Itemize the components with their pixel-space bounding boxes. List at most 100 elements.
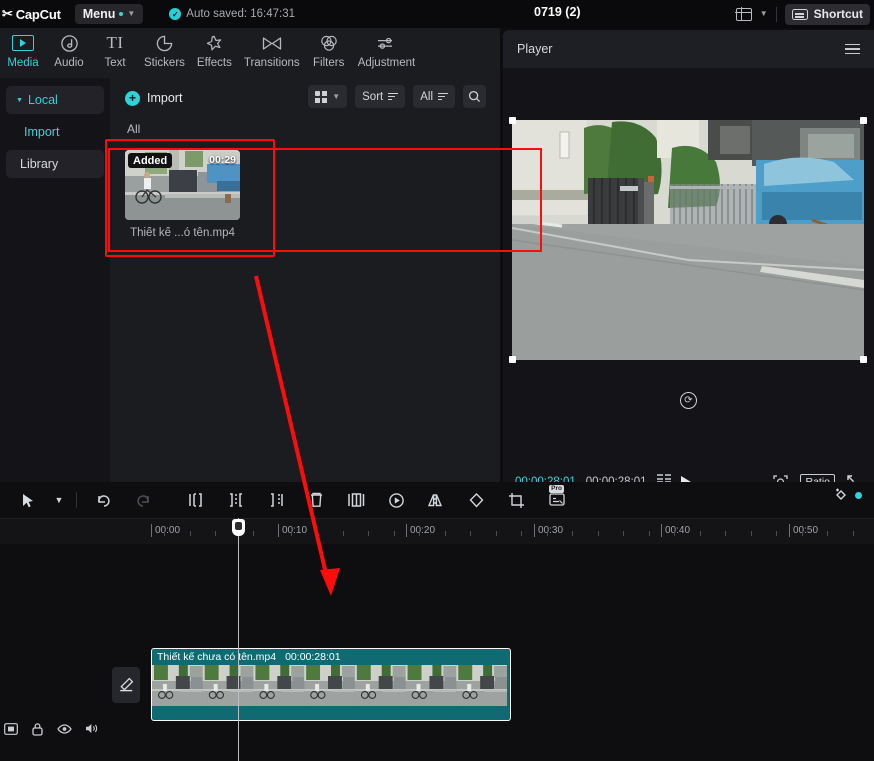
tab-text[interactable]: TI Text <box>92 32 138 69</box>
adjustment-icon <box>375 32 397 54</box>
layout-icon[interactable] <box>736 8 752 21</box>
layout-chevron-down-icon[interactable]: ▼ <box>760 10 768 18</box>
freeze-frame-button[interactable] <box>336 485 376 515</box>
audio-note-icon <box>60 32 79 54</box>
volume-icon[interactable] <box>83 720 100 737</box>
divider <box>76 492 77 508</box>
resize-handle-bl[interactable] <box>509 356 516 363</box>
mirror-button[interactable] <box>416 485 456 515</box>
delete-button[interactable] <box>296 485 336 515</box>
rotate-button[interactable] <box>456 485 496 515</box>
media-section-label: All <box>127 122 140 136</box>
filmstrip-frames <box>152 665 510 706</box>
crop-button[interactable] <box>496 485 536 515</box>
grid-view-icon <box>315 91 327 103</box>
tab-label: Effects <box>197 57 232 69</box>
split-button[interactable] <box>176 485 216 515</box>
tab-filters[interactable]: Filters <box>306 32 352 69</box>
view-mode-button[interactable]: ▼ <box>308 85 347 108</box>
resize-handle-br[interactable] <box>860 356 867 363</box>
preview-frame-image <box>512 120 864 360</box>
ruler-label: 00:40 <box>665 525 690 536</box>
import-label: Import <box>147 91 182 105</box>
keyboard-icon <box>792 9 808 20</box>
add-keyframe-icon[interactable] <box>834 487 851 504</box>
sidebar-item-library[interactable]: Library <box>6 150 104 178</box>
title-bar: ✂ CapCut Menu ▼ ✓ Auto saved: 16:47:31 0… <box>0 0 874 28</box>
autosave-label: Auto saved: 16:47:31 <box>186 8 295 20</box>
sidebar-item-local[interactable]: ▼ Local <box>6 86 104 114</box>
tab-effects[interactable]: Effects <box>191 32 238 69</box>
pencil-edit-icon <box>118 677 134 693</box>
check-icon: ✓ <box>169 8 181 20</box>
brand-label: CapCut <box>16 7 61 22</box>
auto-captions-button[interactable]: Pro <box>536 485 576 515</box>
media-icon <box>12 32 34 54</box>
menu-dot-icon <box>119 12 123 16</box>
search-button[interactable] <box>463 85 486 108</box>
titlebar-right-controls: ▼ Shortcut <box>736 0 870 28</box>
media-toolbar: + Import ▼ Sort All <box>110 78 500 116</box>
undo-button[interactable] <box>83 485 123 515</box>
chevron-down-icon: ▼ <box>127 10 135 18</box>
chevron-down-icon: ▼ <box>16 97 23 104</box>
timeline-toolbar-right <box>834 487 862 504</box>
pro-badge: Pro <box>549 485 564 493</box>
track-controls <box>0 720 100 737</box>
reset-row: ⟳ <box>503 392 874 409</box>
clip-name: Thiết kế chưa có tên.mp4 <box>157 651 276 663</box>
auto-captions-icon: Pro <box>549 492 563 508</box>
filter-label: All <box>420 91 433 103</box>
shortcut-button[interactable]: Shortcut <box>785 4 870 25</box>
filter-icon <box>438 93 448 100</box>
filter-button[interactable]: All <box>413 85 455 108</box>
playhead-line <box>238 518 239 761</box>
panel-tab-bar: Media Audio TI Text Stickers Effects Tra… <box>0 28 500 78</box>
hamburger-icon[interactable] <box>845 44 860 55</box>
media-toolbar-right: ▼ Sort All <box>308 85 486 108</box>
tool-dropdown-chevron-down-icon[interactable]: ▼ <box>48 485 70 515</box>
tab-label: Filters <box>313 57 344 69</box>
tab-audio[interactable]: Audio <box>46 32 92 69</box>
sort-button[interactable]: Sort <box>355 85 405 108</box>
tab-adjustment[interactable]: Adjustment <box>352 32 422 69</box>
trim-left-button[interactable] <box>216 485 256 515</box>
speed-button[interactable] <box>376 485 416 515</box>
ruler-label: 00:30 <box>538 525 563 536</box>
filters-icon <box>319 32 339 54</box>
sidebar-item-label: Import <box>24 125 59 139</box>
media-sidebar: ▼ Local Import Library <box>0 78 110 482</box>
resize-handle-tr[interactable] <box>860 117 867 124</box>
app-logo: ✂ CapCut <box>2 6 61 22</box>
reset-rotate-icon[interactable]: ⟳ <box>680 392 697 409</box>
capcut-mark-icon: ✂ <box>2 6 13 22</box>
sidebar-item-label: Library <box>20 157 58 171</box>
resize-handle-tl[interactable] <box>509 117 516 124</box>
tab-stickers[interactable]: Stickers <box>138 32 191 69</box>
playhead-handle[interactable] <box>232 519 245 536</box>
media-card-highlight-annotation <box>105 139 275 257</box>
menu-button[interactable]: Menu ▼ <box>75 4 144 24</box>
shortcut-label: Shortcut <box>814 7 863 21</box>
project-title: 0719 (2) <box>534 5 581 19</box>
tab-media[interactable]: Media <box>0 32 46 69</box>
tab-transitions[interactable]: Transitions <box>238 32 306 69</box>
text-icon: TI <box>106 32 123 54</box>
tab-label: Audio <box>54 57 83 69</box>
sticker-icon <box>155 32 174 54</box>
menu-label: Menu <box>83 7 116 21</box>
sidebar-item-import[interactable]: Import <box>6 118 104 146</box>
divider <box>169 492 170 508</box>
timeline-clip[interactable]: Thiết kế chưa có tên.mp4 00:00:28:01 <box>151 648 511 721</box>
redo-button[interactable] <box>123 485 163 515</box>
clip-edit-button[interactable] <box>112 667 140 703</box>
tab-label: Transitions <box>244 57 300 69</box>
eye-icon[interactable] <box>56 720 73 737</box>
plus-icon: + <box>125 91 140 106</box>
track-video-icon[interactable] <box>2 720 19 737</box>
trim-right-button[interactable] <box>256 485 296 515</box>
select-cursor-icon[interactable] <box>8 485 48 515</box>
timeline-ruler[interactable]: 00:00 00:10 00:20 00:30 00:40 00:50 <box>0 518 874 544</box>
lock-icon[interactable] <box>29 720 46 737</box>
import-button[interactable]: + Import <box>125 86 182 110</box>
